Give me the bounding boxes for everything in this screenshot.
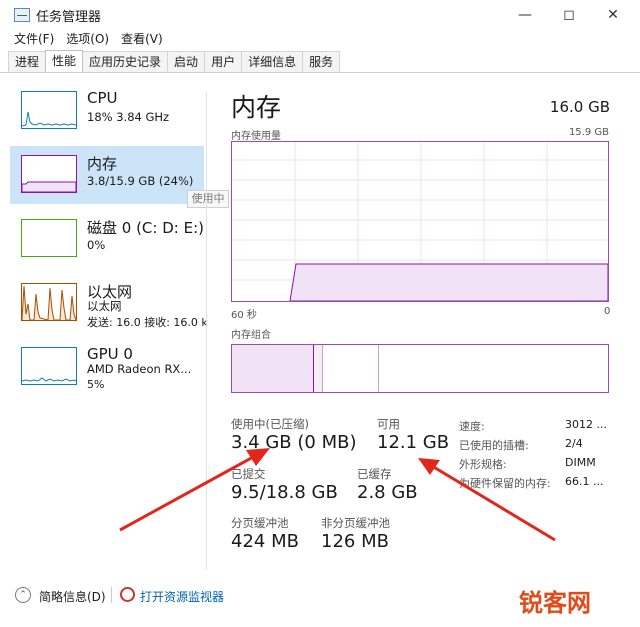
bottom-divider [111,587,112,603]
arrow-head-available [418,458,440,475]
open-resource-monitor-link[interactable]: 打开资源监视器 [140,588,224,605]
annotation-arrows [119,448,556,542]
watermark-logo: 锐客网 [519,588,591,617]
chevron-up-icon[interactable]: ⌃ [15,587,31,603]
fewer-details-link[interactable]: 简略信息(D) [39,588,106,605]
arrow-to-in-use [119,454,256,532]
arrow-head-in-use [246,448,270,466]
resource-monitor-icon [120,587,135,602]
arrow-to-available [431,464,556,542]
